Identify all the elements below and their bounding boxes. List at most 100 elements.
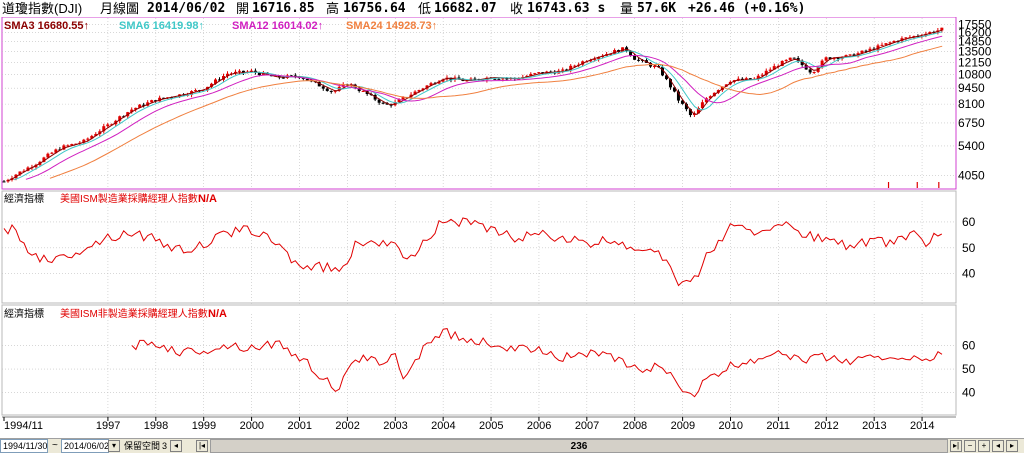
symbol-name: 道瓊指數(DJI) — [2, 1, 83, 16]
x-tick-label: 2003 — [383, 420, 407, 432]
sma-legend-item: SMA24 14928.73↑ — [346, 20, 437, 32]
candle-body — [848, 54, 852, 56]
ism-nonmanufacturing-panel-frame — [1, 304, 957, 416]
start-date-field[interactable]: 1994/11/30 — [0, 439, 48, 453]
ism-non-y-tick-label: 50 — [962, 362, 976, 376]
x-tick-label: 2011 — [766, 420, 790, 432]
candle-body — [473, 78, 477, 80]
price-panel-frame — [1, 16, 957, 190]
ism-mfg-y-tick-label: 40 — [962, 267, 976, 281]
candle-body — [2, 181, 6, 183]
candle-body — [788, 57, 792, 60]
price-y-tick-label: 9450 — [958, 81, 985, 95]
pan-right-icon[interactable]: ▸ — [1006, 440, 1018, 452]
volume-value: 57.6K — [637, 1, 677, 16]
x-tick-label: 2002 — [335, 420, 359, 432]
candle-body — [537, 72, 541, 74]
x-tick-label: 2012 — [814, 420, 838, 432]
panel2-title: 經濟指標 — [4, 192, 44, 205]
x-tick-label: 2006 — [527, 420, 551, 432]
candle-body — [106, 124, 110, 127]
high-value: 16756.64 — [343, 1, 406, 16]
candle-body — [281, 77, 285, 79]
sma-legend-item: SMA3 16680.55↑ — [4, 20, 89, 32]
candle-body — [880, 44, 884, 46]
candle-body — [633, 55, 637, 60]
close-label: 收 — [510, 1, 524, 16]
candle-body — [381, 102, 385, 104]
spin-icon[interactable]: ◂ — [170, 440, 182, 452]
bar-count: 236 — [570, 441, 588, 452]
candle-body — [50, 152, 54, 154]
pan-left-icon[interactable]: ◂ — [992, 440, 1004, 452]
panel3-na: N/A — [208, 308, 227, 320]
panel3-title: 經濟指標 — [4, 307, 44, 320]
scroll-last-icon[interactable]: ▸| — [950, 440, 962, 452]
x-tick-label: 2009 — [671, 420, 695, 432]
zoom-in-icon[interactable]: + — [978, 440, 990, 452]
scroll-track[interactable]: 236 — [210, 439, 948, 453]
price-y-tick-label: 10800 — [958, 67, 992, 81]
change-value: +26.46 (+0.16%) — [688, 1, 806, 16]
chart-canvas[interactable]: 4050540067508100945010800121501350014850… — [0, 16, 1024, 435]
candle-body — [329, 90, 333, 92]
open-label: 開 — [236, 1, 250, 16]
low-value: 16682.07 — [434, 1, 497, 16]
quote-header: 道瓊指數(DJI) 月線圖 2014/06/02 開 16716.85 高 16… — [0, 0, 1024, 18]
zoom-out-icon[interactable]: − — [964, 440, 976, 452]
x-tick-label: 2000 — [240, 420, 264, 432]
x-tick-label: 2014 — [910, 420, 934, 432]
ism-non-y-tick-label: 60 — [962, 339, 976, 353]
x-tick-label: 2007 — [575, 420, 599, 432]
ism-mfg-y-tick-label: 50 — [962, 241, 976, 255]
x-tick-label: 1998 — [144, 420, 168, 432]
x-tick-label: 2001 — [287, 420, 311, 432]
candle-body — [792, 57, 796, 59]
candle-body — [194, 90, 198, 92]
ism-non-y-tick-label: 40 — [962, 386, 976, 400]
candle-body — [501, 78, 505, 80]
ism-nonmanufacturing-y-axis: 40 50 60 — [962, 339, 976, 400]
candle-body — [533, 73, 537, 75]
candle-body — [637, 59, 641, 61]
calendar-dropdown-icon[interactable]: ▾ — [108, 440, 120, 452]
low-label: 低 — [418, 1, 432, 16]
x-tick-label: 2004 — [431, 420, 455, 432]
candle-body — [86, 138, 90, 140]
high-label: 高 — [326, 1, 340, 16]
panel2-indicator-name: 美國ISM製造業採購經理人指數 — [60, 192, 198, 205]
candle-body — [808, 69, 812, 73]
close-value: 16743.63 s — [527, 1, 606, 16]
range-tilde: ~ — [52, 440, 58, 451]
candle-body — [824, 57, 828, 61]
candle-body — [321, 86, 325, 89]
x-tick-label: 2013 — [862, 420, 886, 432]
x-tick-label: 1994/11 — [4, 420, 43, 432]
sma-legend-item: SMA6 16419.98↑ — [119, 20, 204, 32]
candle-body — [237, 70, 241, 72]
x-tick-label: 2010 — [718, 420, 742, 432]
price-y-tick-label: 4050 — [958, 169, 985, 183]
x-tick-label: 2005 — [479, 420, 503, 432]
candle-body — [812, 71, 816, 73]
price-y-axis: 4050540067508100945010800121501350014850… — [958, 17, 992, 182]
x-tick-label: 2008 — [623, 420, 647, 432]
open-value: 16716.85 — [252, 1, 315, 16]
end-date-field[interactable]: 2014/06/02 — [61, 439, 109, 453]
x-tick-label: 1997 — [96, 420, 120, 432]
ism-mfg-y-tick-label: 60 — [962, 215, 976, 229]
bottom-toolbar: 1994/11/30 ~ 2014/06/02 ▾ 保留空間 3 ◂ |◂ 23… — [0, 438, 1024, 453]
x-tick-label: 1999 — [192, 420, 216, 432]
scroll-first-icon[interactable]: |◂ — [196, 440, 208, 452]
keep-space-value[interactable]: 3 — [162, 439, 167, 453]
price-y-tick-label: 17550 — [958, 17, 992, 31]
price-y-tick-label: 8100 — [958, 97, 985, 111]
price-y-tick-label: 6750 — [958, 116, 985, 130]
candle-body — [784, 59, 788, 61]
panel2-na: N/A — [198, 193, 217, 205]
ism-manufacturing-panel-frame — [1, 190, 957, 304]
candle-body — [497, 78, 501, 80]
x-axis: 1994/11 1997 1998 1999 2000 2001 2002 2003 2004 2… — [2, 416, 956, 432]
quote-date: 2014/06/02 — [147, 1, 226, 16]
candle-body — [325, 88, 329, 91]
